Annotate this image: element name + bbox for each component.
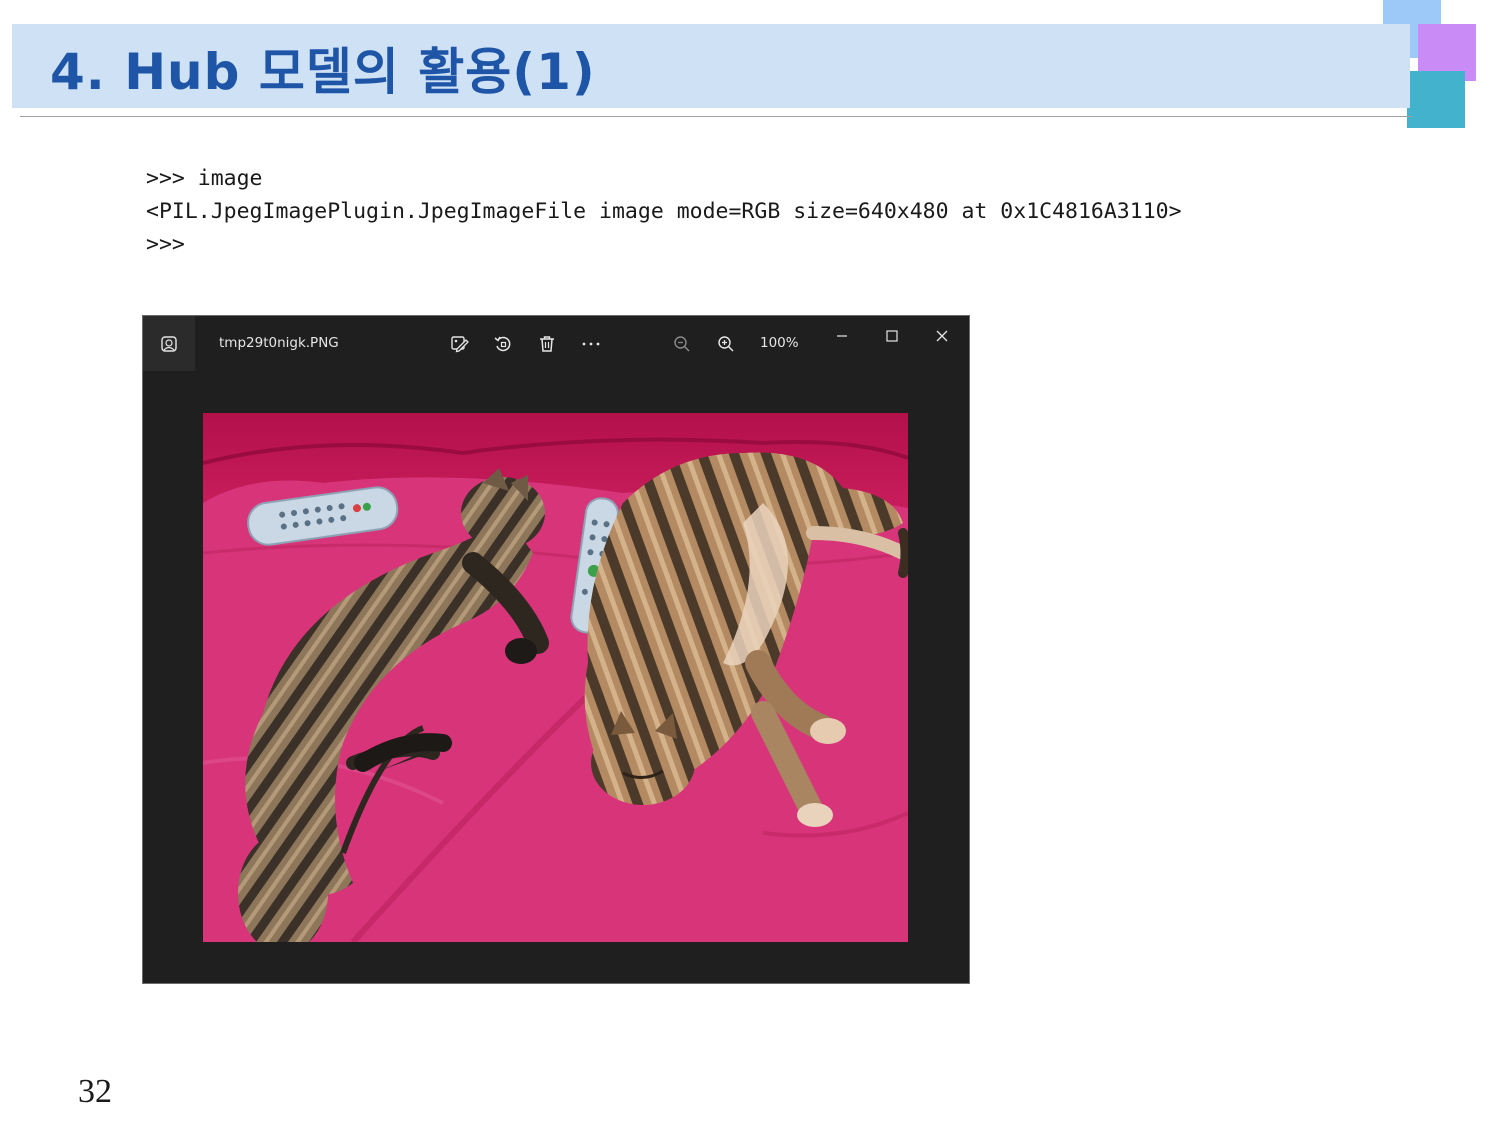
zoom-level[interactable]: 100% xyxy=(760,335,799,351)
cats-photo-illustration xyxy=(203,413,908,942)
console-line: <PIL.JpegImagePlugin.JpegImageFile image… xyxy=(146,199,1182,224)
slide-title: 4. Hub 모델의 활용(1) xyxy=(50,43,596,101)
console-output: >>> image <PIL.JpegImagePlugin.JpegImage… xyxy=(146,162,1182,261)
console-line: >>> xyxy=(146,232,185,257)
edit-image-icon xyxy=(451,336,469,353)
edit-image-button[interactable] xyxy=(445,330,473,358)
minimize-icon xyxy=(837,335,847,337)
rotate-button[interactable] xyxy=(489,330,517,358)
more-button[interactable] xyxy=(577,330,605,358)
delete-button[interactable] xyxy=(533,330,561,358)
zoom-in-icon xyxy=(718,336,734,352)
console-line: >>> image xyxy=(146,166,263,191)
minimize-button[interactable] xyxy=(822,322,862,350)
more-icon xyxy=(582,342,600,346)
maximize-icon xyxy=(886,330,898,342)
trash-icon xyxy=(540,336,554,352)
displayed-photo xyxy=(203,413,908,942)
decor-square-teal xyxy=(1407,71,1465,128)
photo-viewer-window: tmp29t0nigk.PNG 100% xyxy=(142,315,970,984)
zoom-out-button[interactable] xyxy=(668,330,696,358)
photos-app-icon[interactable] xyxy=(143,316,195,371)
title-divider xyxy=(20,116,1412,117)
page-number: 32 xyxy=(78,1073,112,1110)
close-button[interactable] xyxy=(922,322,962,350)
viewer-toolbar: tmp29t0nigk.PNG 100% xyxy=(143,316,969,371)
close-icon xyxy=(936,330,948,342)
maximize-button[interactable] xyxy=(872,322,912,350)
zoom-out-icon xyxy=(674,336,690,352)
file-name: tmp29t0nigk.PNG xyxy=(219,335,339,351)
zoom-in-button[interactable] xyxy=(712,330,740,358)
rotate-icon xyxy=(494,336,511,352)
